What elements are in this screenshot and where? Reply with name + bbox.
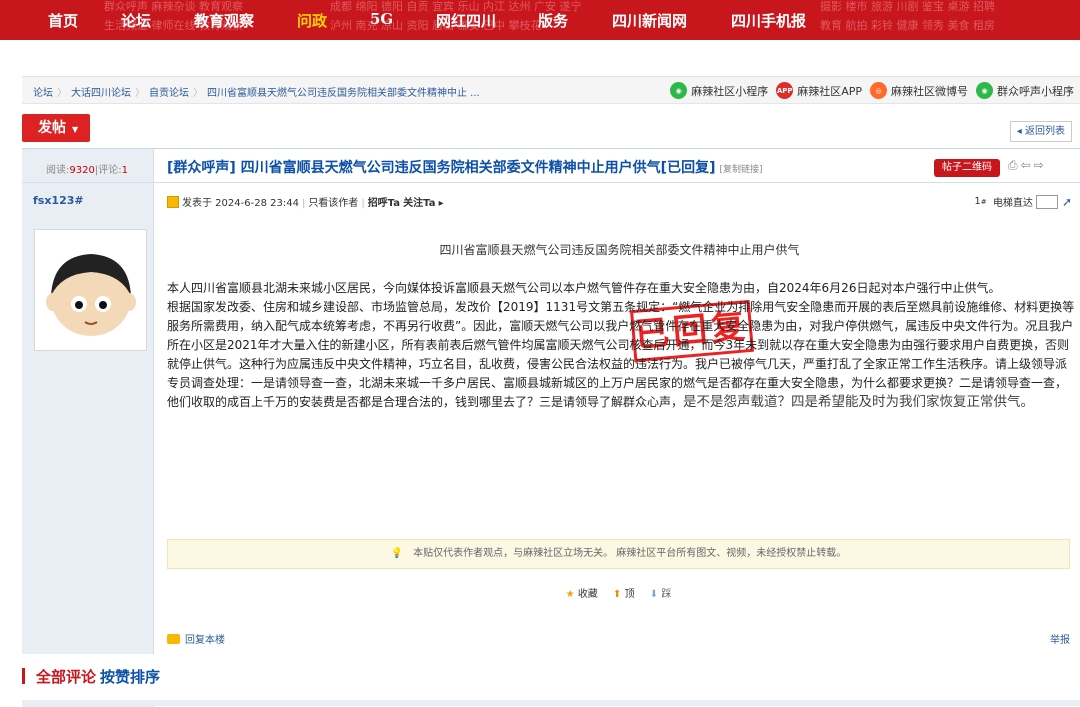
post-column: [155, 149, 1080, 707]
nav-item-sichuan-news[interactable]: 四川新闻网: [612, 10, 687, 31]
nav-item-banwu[interactable]: 版务: [538, 10, 568, 31]
weibo-icon: ◎: [870, 82, 887, 99]
breadcrumb: 论坛〉大话四川论坛〉自贡论坛〉四川省富顺县天燃气公司违反国务院相关部委文件精神中…: [33, 84, 480, 99]
greet-link[interactable]: 招呼Ta: [368, 198, 400, 209]
avatar[interactable]: [34, 229, 147, 351]
back-to-list-button[interactable]: ◂ 返回列表: [1009, 121, 1072, 142]
breadcrumb-current-thread[interactable]: 四川省富顺县天燃气公司违反国务院相关部委文件精神中止 ...: [207, 88, 480, 99]
thread-stats: 阅读:9320|评论:1: [46, 161, 128, 176]
post-paragraph: 根据国家发改委、住房和城乡建设部、市场监管总局，发改价【2019】1131号文第…: [167, 298, 1077, 412]
comments-count: 1: [121, 165, 128, 176]
app-icon: APP: [776, 82, 794, 99]
avatar-cartoon-icon: [45, 254, 136, 336]
sort-by-likes-tab[interactable]: 按赞排序: [100, 668, 160, 686]
thread-table: 阅读:9320|评论:1 [群众呼声] 四川省富顺县天燃气公司违反国务院相关部委…: [22, 148, 1080, 707]
link-voice-mini-program[interactable]: ◉ 群众呼声小程序: [976, 82, 1074, 99]
breadcrumb-bar: 论坛〉大话四川论坛〉自贡论坛〉四川省富顺县天燃气公司违反国务院相关部委文件精神中…: [22, 76, 1080, 104]
link-label: 麻辣社区小程序: [691, 84, 769, 98]
section-marker: [22, 668, 25, 684]
post-paragraph-main: 根据国家发改委、住房和城乡建设部、市场监管总局，发改价【2019】1131号文第…: [167, 300, 1075, 409]
favorite-button[interactable]: ★ 收藏: [566, 585, 598, 600]
thread-qrcode-button[interactable]: 帖子二维码: [934, 159, 1000, 177]
author-name[interactable]: fsx123#: [33, 194, 84, 207]
post-date: 发表于 2024-6-28 23:44: [182, 198, 299, 209]
nav-item-forum[interactable]: 论坛: [121, 10, 151, 31]
breadcrumb-separator: 〉: [193, 88, 203, 99]
document-icon: [167, 196, 179, 208]
meta-separator: |: [301, 198, 306, 209]
link-weibo[interactable]: ◎ 麻辣社区微博号: [870, 82, 968, 99]
next-thread-icon[interactable]: ⇨: [1034, 158, 1047, 172]
comments-divider: [22, 700, 1080, 706]
thread-title: [群众呼声] 四川省富顺县天燃气公司违反国务院相关部委文件精神中止用户供气[已回…: [167, 157, 763, 177]
thread-header-row: 阅读:9320|评论:1 [群众呼声] 四川省富顺县天燃气公司违反国务院相关部委…: [22, 149, 1080, 183]
chevron-down-icon: ▼: [72, 125, 79, 134]
link-label: 麻辣社区APP: [797, 84, 862, 98]
post-document-title: 四川省富顺县天燃气公司违反国务院相关部委文件精神中止用户供气: [439, 243, 800, 257]
caret-right-icon[interactable]: ▸: [439, 198, 444, 209]
reads-label: 阅读:: [46, 165, 70, 176]
meta-separator: |: [361, 198, 365, 209]
post-paragraph: 本人四川省富顺县北湖未来城小区居民，今向媒体投诉富顺县天燃气公司以本户燃气管件存…: [167, 281, 1001, 295]
upvote-button[interactable]: ⬆ 顶: [613, 585, 635, 600]
nav-item-wanghong-sichuan[interactable]: 网红四川: [436, 10, 496, 31]
new-post-label: 发帖: [38, 120, 66, 136]
link-label: 群众呼声小程序: [997, 84, 1074, 98]
wechat-miniprogram-icon: ◉: [670, 82, 688, 99]
elevator-label: 电梯直达: [992, 198, 1033, 209]
copyright-notice: 💡 本贴仅代表作者观点，与麻辣社区立场无关。 麻辣社区平台所有图文、视频，未经授权…: [167, 539, 1070, 569]
post-body: 本人四川省富顺县北湖未来城小区居民，今向媒体投诉富顺县天燃气公司以本户燃气管件存…: [167, 279, 1077, 412]
header-spacer: [0, 40, 1080, 76]
floor-info: 1 # 电梯直达 ➚: [974, 194, 1072, 209]
wechat-miniprogram-icon: ◉: [976, 82, 993, 99]
thread-title-text: [群众呼声] 四川省富顺县天燃气公司违反国务院相关部委文件精神中止用户供气[已回…: [167, 160, 716, 176]
lightbulb-icon: 💡: [390, 548, 404, 559]
arrow-up-icon: ⬆: [613, 589, 622, 600]
header-icons: ⎙⇦⇨: [1008, 158, 1047, 173]
comments-label: 评论:: [98, 165, 122, 176]
link-mini-program[interactable]: ◉ 麻辣社区小程序: [670, 82, 768, 99]
link-label: 麻辣社区微博号: [891, 84, 968, 98]
nav-item-sichuan-mobile[interactable]: 四川手机报: [731, 10, 806, 31]
top-navigation-bar: 群众呼声 麻辣杂谈 教育观察 生活频道 律师在线 教育观察 成都 绵阳 德阳 自…: [0, 0, 1080, 40]
post-paragraph-tail: 是不是怨声载道？四是希望能及时为我们家恢复正常供气。: [683, 394, 1035, 410]
nav-background-text: 教育 航拍 彩铃 健康 领秀 美食 租房: [820, 19, 995, 32]
breadcrumb-zigong-forum[interactable]: 自贡论坛: [149, 88, 189, 99]
elevator-go-icon[interactable]: ➚: [1062, 195, 1072, 209]
downvote-button[interactable]: ⬇ 踩: [650, 585, 672, 600]
comments-title: 全部评论 按赞排序: [36, 666, 160, 687]
nav-item-home[interactable]: 首页: [48, 10, 78, 31]
arrow-down-icon: ⬇: [649, 589, 659, 600]
reads-count: 9320: [69, 165, 95, 176]
breadcrumb-separator: 〉: [135, 88, 145, 99]
elevator-input[interactable]: [1035, 194, 1058, 209]
star-icon: ★: [565, 589, 575, 600]
nav-item-wenzheng[interactable]: 问政: [297, 10, 327, 31]
post-actions: ★ 收藏 ⬆ 顶 ⬇ 踩: [167, 585, 1070, 600]
breadcrumb-forum[interactable]: 论坛: [33, 88, 53, 99]
copy-link-button[interactable]: [复制链接]: [719, 165, 762, 175]
prev-thread-icon[interactable]: ⇦: [1021, 158, 1034, 172]
only-author-link[interactable]: 只看该作者: [308, 198, 358, 209]
nav-background-text: 摄影 楼市 旅游 川剧 鉴宝 桌游 招聘: [820, 0, 995, 13]
post-meta-row: 发表于 2024-6-28 23:44 | 只看该作者 | 招呼Ta 关注Ta ▸ 1 #…: [167, 194, 1072, 214]
nav-item-5g[interactable]: 5G: [370, 10, 393, 28]
follow-link[interactable]: 关注Ta: [403, 198, 435, 209]
nav-item-education[interactable]: 教育观察: [194, 10, 254, 31]
breadcrumb-separator: 〉: [57, 88, 67, 99]
breadcrumb-sichuan-forum[interactable]: 大话四川论坛: [71, 88, 131, 99]
comments-header: 全部评论 按赞排序: [22, 654, 1080, 706]
reply-row: 回复本楼 举报: [167, 631, 1070, 646]
community-links: ◉ 麻辣社区小程序 APP 麻辣社区APP ◎ 麻辣社区微博号 ◉ 群众呼声小程序: [662, 82, 1074, 99]
print-icon[interactable]: ⎙: [1008, 158, 1021, 172]
notice-text: 本贴仅代表作者观点，与麻辣社区立场无关。 麻辣社区平台所有图文、视频，未经授权禁…: [413, 548, 847, 559]
floor-sup: #: [980, 197, 987, 206]
new-post-button[interactable]: 发帖 ▼: [22, 114, 90, 142]
reply-button[interactable]: 回复本楼: [167, 634, 225, 646]
link-app[interactable]: APP 麻辣社区APP: [776, 82, 862, 99]
report-link[interactable]: 举报: [1050, 631, 1070, 646]
all-comments-tab[interactable]: 全部评论: [36, 668, 96, 686]
comment-icon: [167, 634, 180, 644]
